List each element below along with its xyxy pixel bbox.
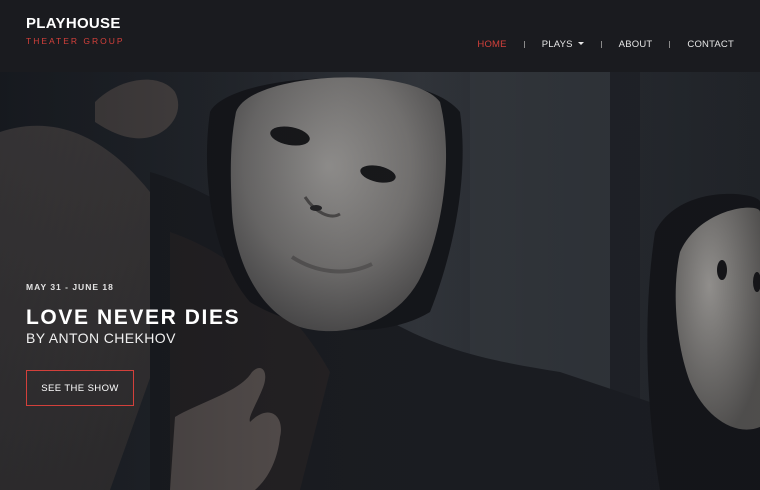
show-dates: MAY 31 - JUNE 18 [26,282,114,292]
nav-item-label: HOME [477,39,507,50]
caret-down-icon [577,42,584,45]
see-the-show-button[interactable]: SEE THE SHOW [26,370,134,406]
nav-item-contact[interactable]: CONTACT [687,39,734,50]
nav-item-about[interactable]: ABOUT [619,39,653,50]
nav-item-home[interactable]: HOME [477,39,506,50]
hero-banner: MAY 31 - JUNE 18 LOVE NEVER DIES BY ANTO… [0,72,760,490]
nav-divider [669,41,671,48]
nav-item-label: ABOUT [618,39,653,50]
main-nav: HOME PLAYS ABOUT CONTACT [477,39,734,50]
hero-content: MAY 31 - JUNE 18 LOVE NEVER DIES BY ANTO… [26,282,240,406]
nav-item-plays[interactable]: PLAYS [542,39,584,50]
nav-divider [600,41,602,48]
show-title: LOVE NEVER DIES [26,306,241,329]
nav-divider [523,41,525,48]
nav-item-label: CONTACT [687,39,734,50]
brand-subtitle: THEATER GROUP [26,36,125,46]
show-author: BY ANTON CHEKHOV [26,330,176,346]
brand-name: PLAYHOUSE [26,15,121,32]
brand-logo[interactable]: PLAYHOUSE THEATER GROUP [26,15,125,47]
site-header: PLAYHOUSE THEATER GROUP HOME PLAYS ABOUT… [0,0,760,72]
hero-overlay [0,72,760,490]
nav-item-label: PLAYS [541,39,573,50]
